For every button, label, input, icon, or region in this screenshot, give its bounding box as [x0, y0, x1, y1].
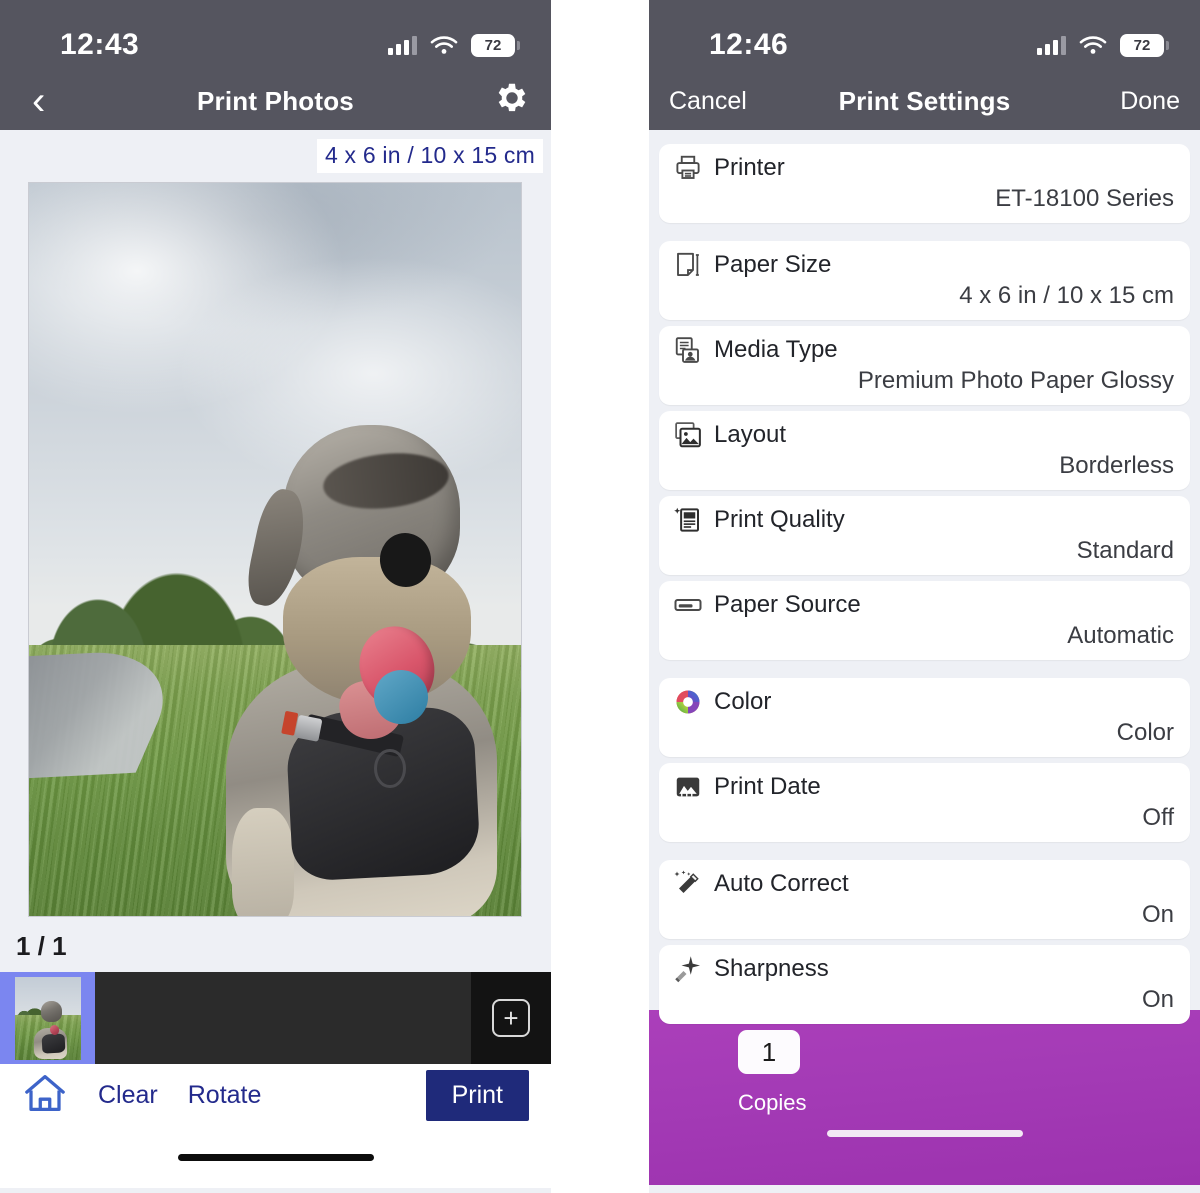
nav-bar-right: Cancel Print Settings Done [649, 72, 1200, 130]
plus-in-square-icon: + [492, 999, 530, 1037]
paper-size-indicator-bar: 4 x 6 in / 10 x 15 cm [0, 130, 551, 177]
setting-label: Color [714, 688, 772, 715]
status-clock: 12:43 [60, 28, 140, 61]
setting-label: Printer [714, 154, 785, 181]
dual-phone-screenshot: 12:43 72 ‹ Print Photos 4 x 6 in / 10 x … [0, 0, 1200, 1193]
wifi-icon [1079, 36, 1107, 54]
battery-level: 72 [484, 36, 502, 54]
setting-value: ET-18100 Series [995, 185, 1174, 212]
battery-icon: 72 [471, 33, 520, 57]
home-indicator[interactable] [826, 1130, 1023, 1137]
setting-label: Print Quality [714, 506, 845, 533]
setting-label: Paper Size [714, 251, 832, 278]
copies-footer: 1 Copies [649, 1010, 1200, 1185]
home-indicator-area-left [0, 1126, 551, 1188]
setting-value: Automatic [1067, 622, 1174, 649]
battery-icon: 72 [1120, 33, 1169, 57]
setting-row-media-type[interactable]: Media Type Premium Photo Paper Glossy [659, 326, 1190, 405]
setting-label: Layout [714, 421, 787, 448]
setting-label: Sharpness [714, 955, 829, 982]
filmstrip: + [0, 972, 551, 1064]
filmstrip-thumbnail-selected[interactable] [0, 972, 95, 1064]
paper-size-chip: 4 x 6 in / 10 x 15 cm [316, 139, 543, 173]
status-clock: 12:46 [709, 28, 789, 61]
media-type-icon [675, 337, 699, 363]
home-indicator[interactable] [177, 1153, 374, 1161]
setting-value: On [1141, 901, 1174, 928]
settings-group: Paper Size 4 x 6 in / 10 x 15 cm Media T… [659, 241, 1190, 660]
setting-value: Premium Photo Paper Glossy [857, 367, 1174, 394]
cancel-button[interactable]: Cancel [669, 87, 789, 116]
setting-row-sharpness[interactable]: Sharpness On [659, 945, 1190, 1024]
setting-row-layout[interactable]: Layout Borderless [659, 411, 1190, 490]
setting-value: Color [1116, 719, 1174, 746]
dog-subject [225, 424, 511, 916]
status-bar-right: 12:46 72 [649, 0, 1200, 72]
photo-preview-area [0, 177, 551, 917]
done-button[interactable]: Done [1060, 87, 1180, 116]
add-photo-button[interactable]: + [471, 972, 551, 1064]
setting-label: Auto Correct [714, 870, 849, 897]
setting-row-paper-size[interactable]: Paper Size 4 x 6 in / 10 x 15 cm [659, 241, 1190, 320]
copies-stepper-value[interactable]: 1 [738, 1030, 800, 1074]
setting-row-color[interactable]: Color Color [659, 678, 1190, 757]
settings-group: Auto Correct On Sharpness On [659, 860, 1190, 1024]
battery-level: 72 [1133, 36, 1151, 54]
home-indicator-area-right [649, 1130, 1200, 1137]
print-photos-screen: 12:43 72 ‹ Print Photos 4 x 6 in / 10 x … [0, 0, 551, 1193]
print-quality-icon [674, 507, 699, 532]
setting-value: 4 x 6 in / 10 x 15 cm [959, 282, 1174, 309]
paper-size-icon [677, 252, 699, 276]
home-button[interactable] [22, 1073, 68, 1118]
printer-icon [676, 155, 700, 179]
cellular-signal-icon [1037, 35, 1066, 55]
setting-value: On [1141, 986, 1174, 1013]
panel-divider [551, 0, 649, 1193]
setting-value: Borderless [1059, 452, 1174, 479]
page-title: Print Settings [838, 85, 1011, 116]
print-date-icon [676, 777, 700, 797]
cellular-signal-icon [388, 35, 417, 55]
setting-row-print-quality[interactable]: Print Quality Standard [659, 496, 1190, 575]
bottom-toolbar: Clear Rotate Print [0, 1064, 551, 1126]
setting-value: Off [1142, 804, 1174, 831]
setting-row-paper-source[interactable]: Paper Source Automatic [659, 581, 1190, 660]
setting-value: Standard [1076, 537, 1174, 564]
color-wheel-icon [676, 690, 700, 714]
setting-label: Media Type [714, 336, 838, 363]
setting-row-auto-correct[interactable]: Auto Correct On [659, 860, 1190, 939]
wifi-icon [430, 36, 458, 54]
gear-icon [498, 83, 526, 111]
clear-button[interactable]: Clear [98, 1081, 158, 1110]
page-title: Print Photos [197, 85, 354, 116]
setting-label: Print Date [714, 773, 821, 800]
home-icon [25, 1074, 65, 1111]
layout-icon [675, 422, 701, 448]
copies-label: Copies [738, 1090, 807, 1115]
back-button[interactable]: ‹ [20, 81, 140, 121]
nav-bar-left: ‹ Print Photos [0, 72, 551, 130]
chevron-left-icon: ‹ [32, 79, 46, 123]
status-icon-group: 72 [388, 33, 520, 57]
settings-group: Printer ET-18100 Series [659, 144, 1190, 223]
paper-source-icon [674, 599, 702, 611]
setting-row-printer[interactable]: Printer ET-18100 Series [659, 144, 1190, 223]
setting-label: Paper Source [714, 591, 861, 618]
setting-row-print-date[interactable]: Print Date Off [659, 763, 1190, 842]
settings-group: Color Color Print Date Off [659, 678, 1190, 842]
photo-thumbnail [14, 976, 81, 1060]
rotate-button[interactable]: Rotate [188, 1081, 262, 1110]
sparkle-icon [675, 956, 700, 983]
settings-button[interactable] [411, 79, 531, 124]
status-icon-group: 72 [1037, 33, 1169, 57]
magic-wand-icon [674, 870, 699, 893]
status-bar-left: 12:43 72 [0, 0, 551, 72]
print-button[interactable]: Print [425, 1069, 529, 1121]
settings-list[interactable]: Printer ET-18100 Series Paper Size 4 x 6… [649, 130, 1200, 1024]
photo-counter: 1 / 1 [16, 931, 67, 961]
photo-preview[interactable] [28, 182, 522, 917]
print-settings-screen: 12:46 72 Cancel Print Settings Done Prin… [649, 0, 1200, 1193]
filmstrip-empty-area [95, 972, 471, 1064]
